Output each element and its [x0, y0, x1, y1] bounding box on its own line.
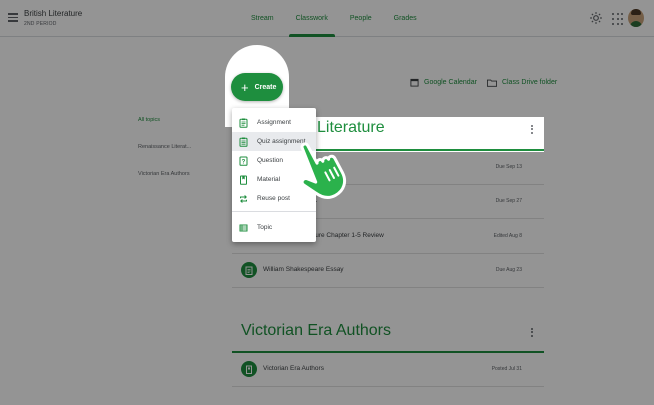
menu-item-label: Assignment	[257, 119, 291, 126]
menu-item-label: Topic	[257, 224, 273, 231]
quiz-assignment-icon	[239, 137, 248, 147]
question-icon: ?	[239, 156, 248, 166]
menu-divider	[232, 211, 316, 212]
menu-item-label: Question	[257, 157, 284, 164]
plus-icon: +	[241, 79, 249, 95]
menu-item-label: Material	[257, 176, 281, 183]
svg-text:?: ?	[242, 159, 246, 165]
create-button[interactable]: + Create	[231, 73, 283, 101]
menu-item-topic[interactable]: Topic	[232, 218, 316, 237]
topic-icon	[239, 224, 248, 231]
tutorial-dim-overlay	[0, 0, 654, 405]
assignment-icon	[239, 118, 248, 128]
material-icon	[240, 175, 247, 185]
menu-item-assignment[interactable]: Assignment	[232, 113, 316, 132]
section-more-icon[interactable]	[531, 125, 534, 135]
pointing-hand-icon	[300, 142, 347, 199]
reuse-post-icon	[240, 194, 247, 203]
create-label: Create	[254, 83, 277, 91]
menu-item-label: Reuse post	[257, 195, 290, 202]
